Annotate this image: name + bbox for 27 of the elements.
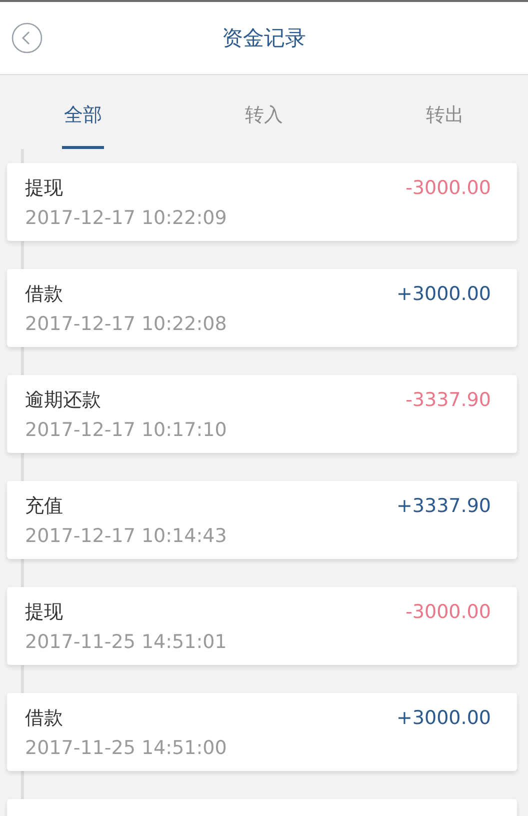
record-card[interactable]: 提现 -3000.00 2017-12-17 10:22:09 [7, 163, 517, 241]
record-time: 2017-12-17 10:14:43 [25, 525, 228, 547]
record-amount: +3000.00 [396, 283, 491, 305]
record-time: 2017-12-17 10:17:10 [25, 419, 228, 441]
record-card[interactable]: 借款 +3000.00 2017-11-25 14:51:00 [7, 693, 517, 771]
record-type: 借款 [25, 282, 63, 307]
record-time: 2017-11-25 14:51:00 [25, 737, 228, 759]
record-type: 借款 [25, 706, 63, 731]
record-amount: -3000.00 [406, 177, 491, 199]
record-type: 逾期还款 [25, 388, 101, 413]
record-card[interactable]: 借款 +3000.00 2017-12-17 10:22:08 [7, 269, 517, 347]
filter-tab[interactable]: 全部 [62, 75, 104, 149]
record-type: 提现 [25, 176, 63, 201]
record-type: 充值 [25, 494, 63, 519]
record-amount: -3337.90 [406, 389, 491, 411]
record-card[interactable]: 提现 -3000.00 2017-11-25 14:51:01 [7, 587, 517, 665]
record-card[interactable]: 充值 +3337.90 2017-12-17 10:14:43 [7, 481, 517, 559]
record-amount: +3000.00 [396, 707, 491, 729]
record-time: 2017-12-17 10:22:08 [25, 313, 228, 335]
record-amount: -3000.00 [406, 601, 491, 623]
record-time: 2017-11-25 14:51:01 [25, 631, 228, 653]
record-card[interactable]: 逾期还款 -3337.90 2017-12-17 10:17:10 [7, 375, 517, 453]
record-amount: +3337.90 [396, 495, 491, 517]
record-type: 提现 [25, 600, 63, 625]
back-icon[interactable] [11, 22, 43, 54]
record-time: 2017-12-17 10:22:09 [25, 207, 228, 229]
page-title: 资金记录 [222, 25, 306, 52]
